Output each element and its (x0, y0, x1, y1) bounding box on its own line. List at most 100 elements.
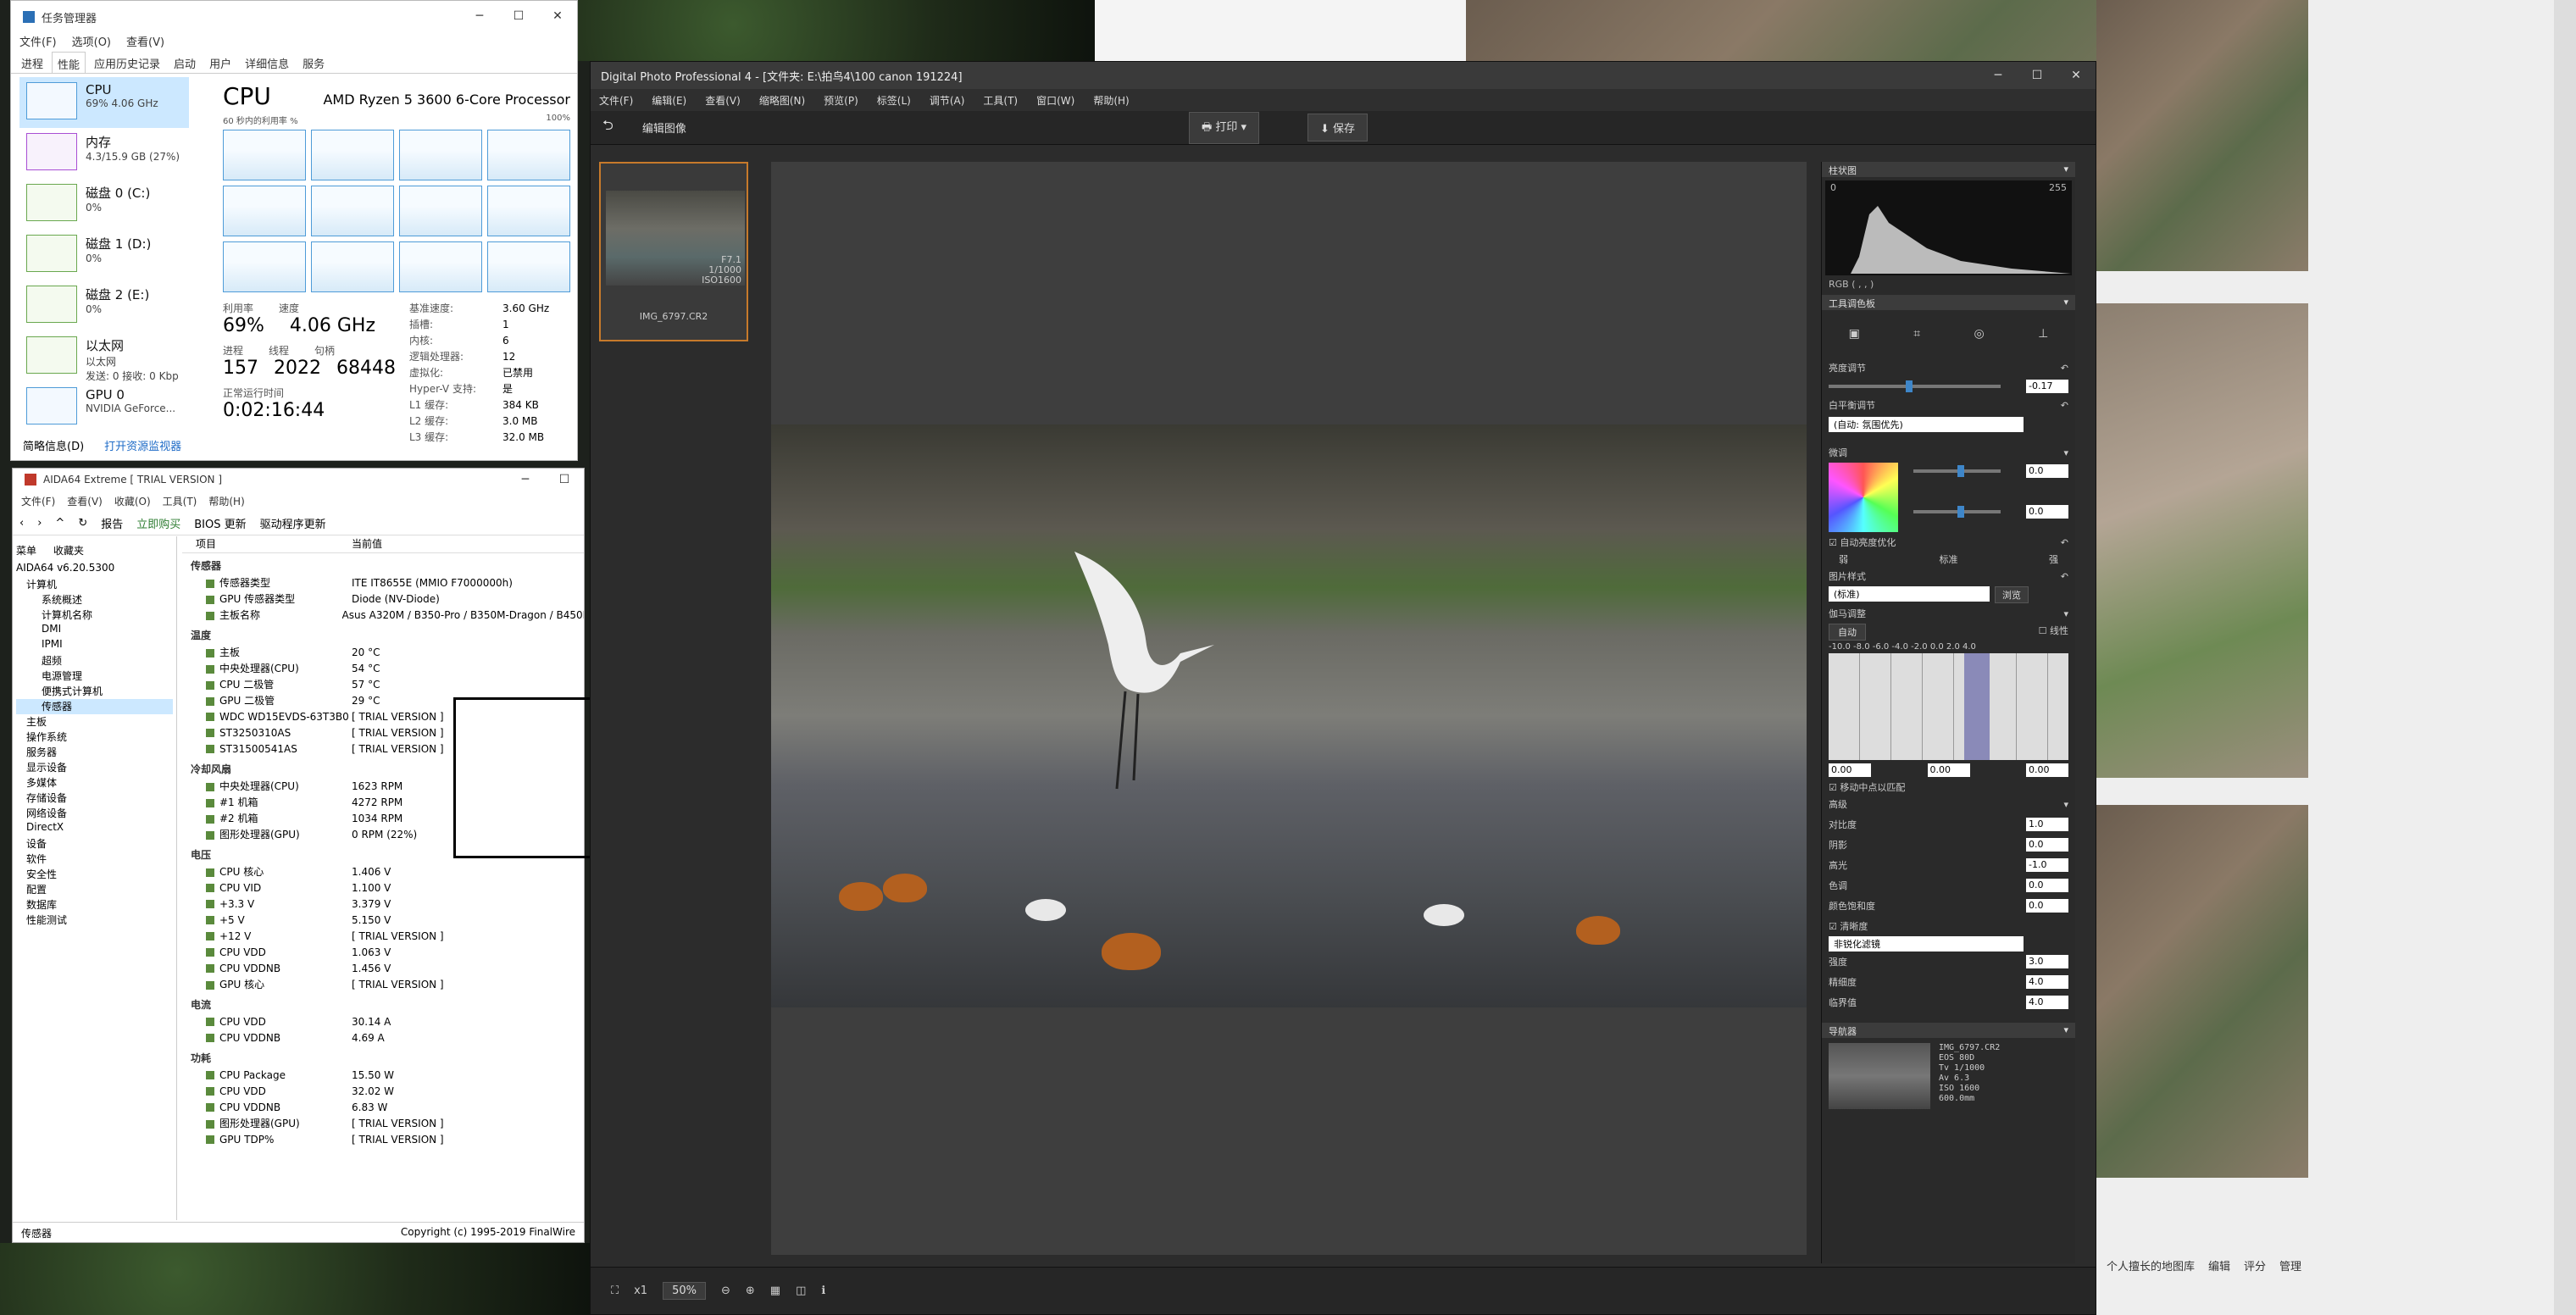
tree-item[interactable]: 网络设备 (16, 806, 173, 821)
menu-tools[interactable]: 工具(T) (163, 494, 197, 508)
table-row[interactable]: CPU VDD 32.02 W (182, 1083, 584, 1099)
table-row[interactable]: CPU VDD 30.14 A (182, 1013, 584, 1029)
tree-item[interactable]: 安全性 (16, 867, 173, 882)
table-row[interactable]: CPU VDDNB 4.69 A (182, 1029, 584, 1046)
tab-favorites[interactable]: 收藏夹 (53, 543, 84, 558)
picture-style-select[interactable]: (标准) (1829, 586, 1990, 602)
reset-icon[interactable]: ↶ (2061, 400, 2068, 411)
fit-icon[interactable]: ⛶ (611, 1284, 619, 1297)
tree-item[interactable]: 系统概述 (16, 592, 173, 608)
saturation-input[interactable]: 0.0 (2026, 899, 2068, 913)
sidebar-item-gpu[interactable]: GPU 0 NVIDIA GeForce... (19, 382, 189, 433)
resource-monitor-link[interactable]: 打开资源监视器 (104, 437, 181, 453)
linear-checkbox[interactable]: ☐ (2039, 625, 2050, 636)
table-row[interactable]: CPU VID 1.100 V (182, 879, 584, 896)
table-row[interactable]: CPU VDD 1.063 V (182, 944, 584, 960)
tree-item[interactable]: 电源管理 (16, 669, 173, 684)
back-icon[interactable]: ‹ (19, 517, 24, 530)
sidebar-item-disk2[interactable]: 磁盘 2 (E:) 0% (19, 280, 189, 331)
collapse-icon[interactable]: ▾ (2063, 297, 2068, 308)
menu-view[interactable]: 查看(V) (67, 494, 103, 508)
histogram-header[interactable]: 柱状图 ▾ (1822, 162, 2075, 177)
tree-item[interactable]: 操作系统 (16, 730, 173, 745)
menu-window[interactable]: 窗口(W) (1036, 93, 1074, 108)
basic-adjust-icon[interactable]: ▣ (1849, 327, 1860, 341)
buy-now-button[interactable]: 立即购买 (136, 515, 180, 531)
lens-icon[interactable]: ◎ (1974, 327, 1985, 341)
table-row[interactable]: GPU TDP%[ TRIAL VERSION ] (182, 1131, 584, 1147)
print-button[interactable]: 🖶 打印 ▾ (1189, 111, 1260, 144)
tree-item[interactable]: 超频 (16, 653, 173, 669)
tree-item[interactable]: 软件 (16, 852, 173, 867)
collapse-icon[interactable]: ▾ (2063, 608, 2068, 619)
tree-item[interactable]: 计算机 (16, 577, 173, 592)
collapse-icon[interactable]: ▾ (2063, 447, 2068, 458)
fine-g-slider[interactable] (1913, 506, 2001, 518)
gallery-label-3[interactable]: 评分 (2244, 1257, 2266, 1273)
close-icon[interactable]: ✕ (2057, 62, 2096, 89)
info-icon[interactable]: ℹ (821, 1284, 825, 1297)
col-value[interactable]: 当前值 (352, 536, 382, 552)
gallery-label-4[interactable]: 管理 (2279, 1257, 2301, 1273)
browse-button[interactable]: 浏览 (1995, 586, 2029, 603)
aida64-titlebar[interactable]: AIDA64 Extreme [ TRIAL VERSION ] (13, 469, 584, 491)
tab-processes[interactable]: 进程 (16, 52, 48, 73)
gallery-label-1[interactable]: 个人擅长的地图库 (2107, 1257, 2195, 1273)
table-row[interactable]: 主板名称 Asus A320M / B350-Pro / B350M-Dragon… (182, 607, 584, 623)
image-viewer[interactable] (771, 162, 1807, 1255)
dpp-titlebar[interactable]: Digital Photo Professional 4 - [文件夹: E:\… (591, 62, 2096, 89)
table-row[interactable]: 传感器类型 ITE IT8655E (MMIO F7000000h) (182, 574, 584, 591)
minimize-icon[interactable]: ─ (506, 469, 545, 491)
menu-favorites[interactable]: 收藏(O) (114, 494, 151, 508)
zoom-x1[interactable]: x1 (634, 1284, 647, 1297)
close-icon[interactable]: ✕ (538, 1, 577, 31)
table-row[interactable]: CPU VDDNB 1.456 V (182, 960, 584, 976)
menu-view[interactable]: 查看(V) (126, 33, 164, 52)
fineness-input[interactable]: 4.0 (2026, 975, 2068, 989)
menu-thumbnail[interactable]: 缩略图(N) (759, 93, 805, 108)
contrast-input[interactable]: 1.0 (2026, 818, 2068, 831)
zoom-out-icon[interactable]: ⊖ (721, 1284, 730, 1297)
sidebar-item-disk1[interactable]: 磁盘 1 (D:) 0% (19, 230, 189, 280)
tab-menu[interactable]: 菜单 (16, 543, 36, 558)
table-row[interactable]: 图形处理器(GPU)[ TRIAL VERSION ] (182, 1115, 584, 1131)
menu-options[interactable]: 选项(O) (72, 33, 111, 52)
tree-item[interactable]: 多媒体 (16, 775, 173, 791)
reset-icon[interactable]: ↶ (2061, 363, 2068, 374)
menu-help[interactable]: 帮助(H) (1093, 93, 1129, 108)
threshold-input[interactable]: 4.0 (2026, 996, 2068, 1009)
back-arrow-icon[interactable]: ⮌ (602, 116, 613, 139)
tree-item[interactable]: 数据库 (16, 897, 173, 913)
table-row[interactable]: CPU 二极管 57 °C (182, 676, 584, 692)
maximize-icon[interactable]: ☐ (2018, 62, 2057, 89)
maximize-icon[interactable]: ☐ (545, 469, 584, 491)
unsharp-select[interactable]: 非锐化滤镜 (1829, 936, 2024, 952)
sharpness-checkbox[interactable]: ☑ (1829, 921, 1840, 932)
fine-a-slider[interactable] (1913, 465, 2001, 477)
sidebar-item-disk0[interactable]: 磁盘 0 (C:) 0% (19, 179, 189, 230)
highlight-input[interactable]: -1.0 (2026, 858, 2068, 872)
sidebar-item-memory[interactable]: 内存 4.3/15.9 GB (27%) (19, 128, 189, 179)
collapse-icon[interactable]: ▾ (2063, 799, 2068, 810)
tree-item[interactable]: 计算机名称 (16, 608, 173, 623)
tone-input[interactable]: 0.0 (2026, 879, 2068, 892)
save-button[interactable]: ⬇ 保存 (1307, 114, 1368, 141)
minimize-icon[interactable]: ─ (1979, 62, 2018, 89)
navigator-header[interactable]: 导航器 ▾ (1822, 1023, 2075, 1038)
shadow-input[interactable]: 0.0 (2026, 838, 2068, 852)
menu-help[interactable]: 帮助(H) (208, 494, 244, 508)
fewer-details-link[interactable]: 简略信息(D) (23, 437, 84, 453)
gamma-white-input[interactable]: 0.00 (2026, 763, 2068, 777)
tree-item[interactable]: IPMI (16, 638, 173, 653)
tab-users[interactable]: 用户 (204, 52, 236, 73)
brightness-input[interactable]: -0.17 (2026, 380, 2068, 393)
stamp-icon[interactable]: ⊥ (2038, 327, 2048, 341)
forward-icon[interactable]: › (37, 517, 42, 530)
table-row[interactable]: 主板 20 °C (182, 644, 584, 660)
zoom-in-icon[interactable]: ⊕ (746, 1284, 755, 1297)
zoom-select[interactable]: 50% (663, 1282, 706, 1300)
tab-details[interactable]: 详细信息 (240, 52, 294, 73)
tree-item[interactable]: 显示设备 (16, 760, 173, 775)
reset-icon[interactable]: ↶ (2061, 571, 2068, 582)
refresh-icon[interactable]: ↻ (78, 517, 87, 530)
